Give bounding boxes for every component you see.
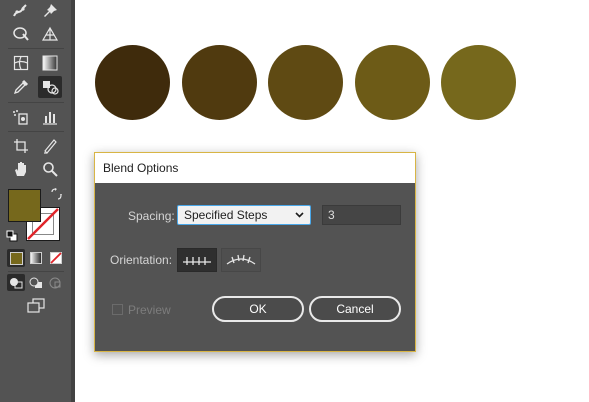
- preview-checkbox[interactable]: [112, 304, 123, 315]
- color-icon[interactable]: [7, 249, 25, 267]
- spacing-dropdown[interactable]: Specified Steps: [177, 205, 311, 225]
- align-to-path-icon: [226, 254, 256, 265]
- orientation-label: Orientation:: [110, 253, 173, 267]
- tools-panel: [0, 0, 72, 402]
- align-to-path-button[interactable]: [221, 248, 261, 272]
- align-to-page-icon: [183, 257, 211, 265]
- spacing-dropdown-value: Specified Steps: [184, 208, 268, 222]
- none-icon[interactable]: [47, 249, 65, 267]
- puppet-warp-icon[interactable]: [9, 0, 33, 22]
- shape-builder-icon[interactable]: [9, 23, 33, 45]
- blend-options-dialog: Blend Options Spacing: Specified Steps 3…: [94, 152, 416, 352]
- chevron-down-icon: [295, 206, 304, 229]
- perspective-grid-icon[interactable]: [38, 23, 62, 45]
- dialog-title: Blend Options: [95, 153, 415, 183]
- default-colors-icon[interactable]: [5, 229, 19, 243]
- draw-inside-icon[interactable]: [47, 274, 65, 291]
- draw-behind-icon[interactable]: [27, 274, 45, 291]
- hand-icon[interactable]: [9, 158, 33, 180]
- mesh-icon[interactable]: [9, 52, 33, 74]
- slice-icon[interactable]: [38, 135, 62, 157]
- cancel-button[interactable]: Cancel: [309, 296, 401, 322]
- blend-circle-3[interactable]: [268, 45, 343, 120]
- eyedropper-icon[interactable]: [9, 76, 33, 98]
- align-to-page-button[interactable]: [177, 248, 217, 272]
- column-graph-icon[interactable]: [38, 106, 62, 128]
- blend-circle-5[interactable]: [441, 45, 516, 120]
- artboard-icon[interactable]: [9, 135, 33, 157]
- gradient-icon[interactable]: [38, 52, 62, 74]
- draw-normal-icon[interactable]: [7, 274, 25, 291]
- zoom-icon[interactable]: [38, 158, 62, 180]
- blend-icon[interactable]: [38, 76, 62, 98]
- spacing-label: Spacing:: [128, 209, 175, 223]
- blend-circle-1[interactable]: [95, 45, 170, 120]
- blend-circle-4[interactable]: [355, 45, 430, 120]
- blend-circle-2[interactable]: [182, 45, 257, 120]
- ok-button[interactable]: OK: [212, 296, 304, 322]
- steps-input[interactable]: 3: [322, 205, 401, 225]
- change-screen-mode-icon[interactable]: [24, 297, 48, 315]
- symbol-sprayer-icon[interactable]: [9, 106, 33, 128]
- preview-label: Preview: [128, 303, 171, 317]
- fill-swatch[interactable]: [8, 189, 41, 222]
- swap-colors-icon[interactable]: [48, 187, 64, 201]
- gradient-swatch-icon[interactable]: [27, 249, 45, 267]
- pin-icon[interactable]: [38, 0, 62, 22]
